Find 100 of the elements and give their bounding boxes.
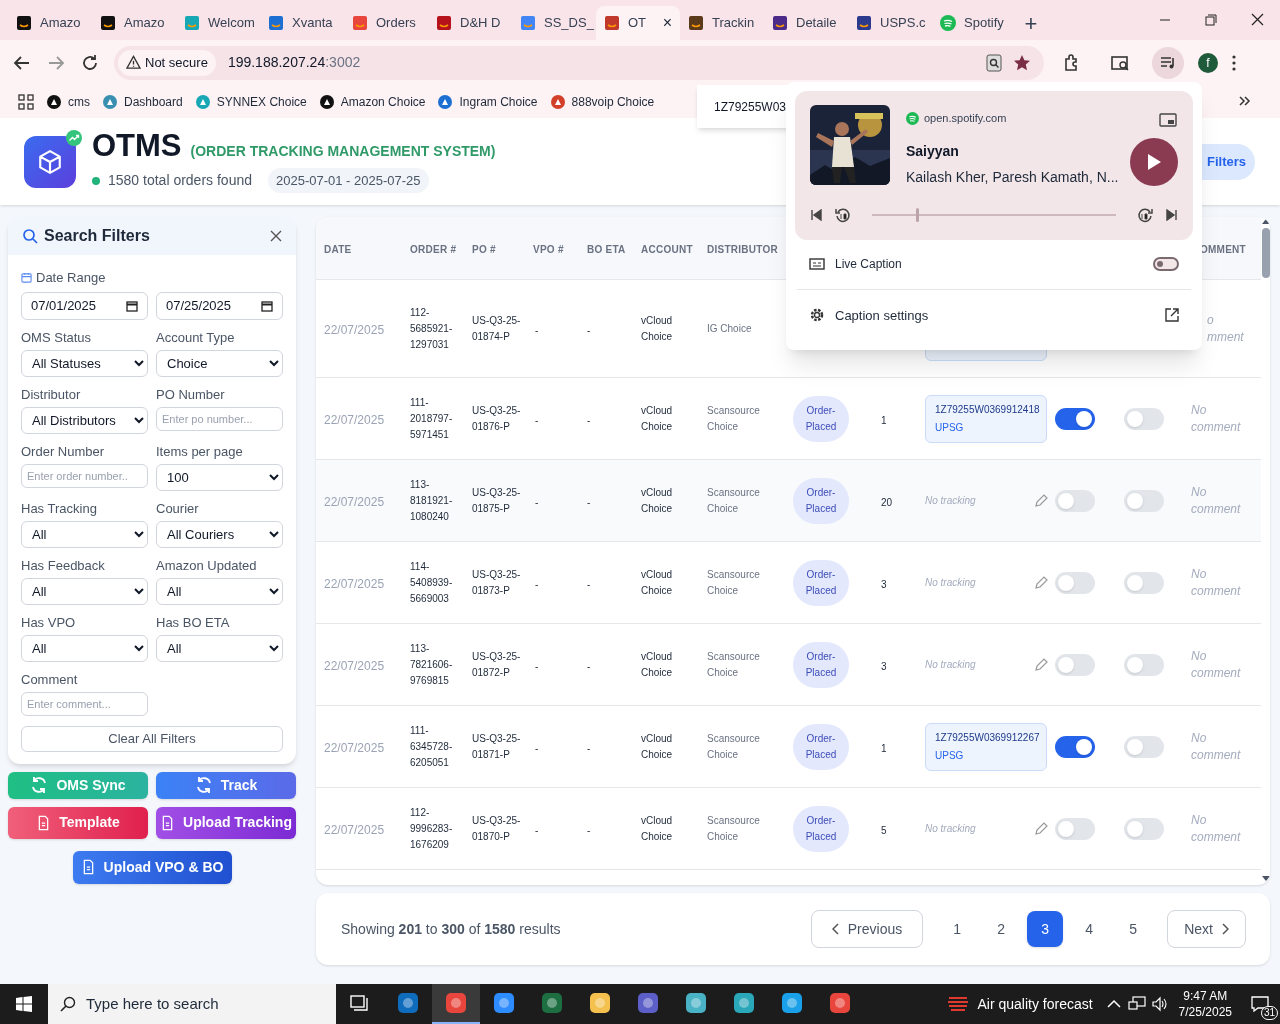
external-link-icon[interactable] (1165, 308, 1179, 323)
browser-tab[interactable]: Welcom (176, 6, 260, 40)
tracking-box[interactable]: 1Z79255W0369912267 UPSG (925, 722, 1047, 771)
site-icon (856, 15, 872, 31)
pencil-icon[interactable] (1033, 574, 1049, 591)
app-icon (444, 991, 468, 1015)
play-icon (1147, 154, 1161, 170)
calendar-icon[interactable] (261, 299, 273, 312)
action-button[interactable]: Upload VPO & BO (72, 850, 232, 884)
close-icon[interactable] (270, 230, 282, 242)
dropdown[interactable]: All (21, 520, 148, 548)
close-icon[interactable]: × (662, 11, 672, 35)
media-control-button[interactable] (1152, 46, 1184, 79)
pencil-icon[interactable] (1033, 656, 1049, 673)
browser-tab[interactable]: USPS.c (848, 6, 932, 40)
page-search-icon[interactable] (984, 52, 1004, 73)
toggle-switch[interactable] (1124, 817, 1164, 840)
site-icon (100, 15, 116, 31)
action-button[interactable]: Upload Tracking (156, 806, 296, 839)
chevron-up-icon[interactable] (1106, 999, 1121, 1009)
browser-tab[interactable]: Amazo (8, 6, 92, 40)
date-field[interactable]: 07/25/2025 (156, 291, 283, 320)
seek-slider[interactable] (872, 207, 1116, 222)
play-button[interactable] (1130, 138, 1178, 186)
dropdown[interactable]: 100 (156, 463, 283, 491)
network-icon[interactable] (1127, 996, 1146, 1012)
page-button[interactable]: 1 (939, 911, 976, 947)
tracking-box[interactable]: 1Z79255W0369912418 UPSG (925, 394, 1047, 443)
volume-icon[interactable] (1151, 996, 1168, 1012)
browser-tab[interactable]: OT × (596, 6, 680, 40)
apps-icon[interactable] (18, 93, 34, 110)
page-button[interactable]: 2 (983, 911, 1020, 947)
browser-tab[interactable]: Trackin (680, 6, 764, 40)
browser-tab[interactable]: Xvanta (260, 6, 344, 40)
page-button[interactable]: 4 (1071, 911, 1108, 947)
date-field[interactable]: 07/01/2025 (21, 291, 148, 320)
security-chip[interactable]: Not secure (118, 49, 216, 76)
input-field[interactable]: Enter comment... (21, 691, 148, 716)
bookmark-item[interactable]: cms (46, 92, 90, 111)
dropdown[interactable]: All Distributors (21, 406, 148, 434)
taskbar-search[interactable]: Type here to search (48, 984, 336, 1024)
dropdown[interactable]: All (21, 634, 148, 662)
toggle-switch[interactable] (1153, 257, 1179, 272)
more-bookmarks-icon[interactable] (1238, 94, 1252, 108)
toggle-switch[interactable] (1055, 489, 1095, 512)
bookmark-item[interactable]: Ingram Choice (437, 92, 538, 111)
browser-tab[interactable]: Orders (344, 6, 428, 40)
toggle-switch[interactable] (1055, 653, 1095, 676)
browser-tab[interactable]: Detaile (764, 6, 848, 40)
toggle-switch[interactable] (1124, 735, 1164, 758)
pencil-icon[interactable] (1033, 492, 1049, 509)
browser-tab[interactable]: SS_DS_ (512, 6, 596, 40)
input-field[interactable]: Enter po number... (156, 406, 283, 431)
browser-tab[interactable]: D&H D (428, 6, 512, 40)
clear-filters-button[interactable]: Clear All Filters (21, 725, 283, 752)
dropdown[interactable]: All (156, 634, 283, 662)
pencil-icon[interactable] (1033, 820, 1049, 837)
browser-tab[interactable]: Spotify (932, 6, 1016, 40)
site-icon (940, 15, 956, 31)
taskbar-clock[interactable]: 9:47 AM 7/25/2025 (1170, 988, 1240, 1020)
toggle-switch[interactable] (1124, 489, 1164, 512)
weather-widget[interactable]: Air quality forecast (947, 993, 1103, 1015)
bookmark-item[interactable]: Dashboard (102, 92, 183, 111)
table-cell-text: US-Q3-25-01876-P (472, 403, 522, 434)
toggle-switch[interactable] (1055, 735, 1095, 758)
new-tab-button[interactable]: + (1016, 6, 1046, 40)
notification-button[interactable]: 31 (1240, 984, 1280, 1024)
dropdown[interactable]: Choice (156, 349, 283, 377)
action-button[interactable]: Track (156, 771, 296, 799)
dropdown[interactable]: All (156, 577, 283, 605)
reload-icon[interactable] (80, 52, 100, 73)
dropdown[interactable]: All (21, 577, 148, 605)
action-button[interactable]: Template (8, 806, 148, 839)
previous-button[interactable]: Previous (810, 910, 924, 948)
toggle-switch[interactable] (1124, 653, 1164, 676)
profile-avatar[interactable]: f (1198, 52, 1218, 73)
toggle-switch[interactable] (1124, 571, 1164, 594)
toggle-switch[interactable] (1055, 571, 1095, 594)
browser-tab[interactable]: Amazo (92, 6, 176, 40)
page-button[interactable]: 5 (1115, 911, 1152, 947)
previous-track-icon[interactable] (810, 208, 822, 221)
dropdown[interactable]: All Couriers (156, 520, 283, 548)
menu-icon[interactable] (1232, 54, 1236, 71)
next-button[interactable]: Next (1167, 910, 1246, 948)
bookmark-item[interactable]: 888voip Choice (549, 92, 655, 111)
bookmark-item[interactable]: SYNNEX Choice (194, 92, 307, 111)
toggle-switch[interactable] (1124, 407, 1164, 430)
calendar-icon[interactable] (126, 299, 138, 312)
address-bar[interactable]: Not secure 199.188.207.24:3002 (114, 45, 1044, 80)
calendar-icon (21, 272, 32, 284)
dropdown[interactable]: All Statuses (21, 349, 148, 377)
next-track-icon[interactable] (1166, 208, 1178, 221)
page-button[interactable]: 3 (1027, 911, 1064, 947)
input-field[interactable]: Enter order number.. (21, 463, 148, 488)
taskbar-app-icon[interactable] (432, 984, 480, 1024)
menu-item[interactable]: Caption settings (797, 289, 1191, 341)
picture-in-picture-icon[interactable] (1159, 113, 1177, 127)
toggle-switch[interactable] (1055, 407, 1095, 430)
toggle-switch[interactable] (1055, 817, 1095, 840)
bookmark-item[interactable]: Amazon Choice (318, 92, 426, 111)
